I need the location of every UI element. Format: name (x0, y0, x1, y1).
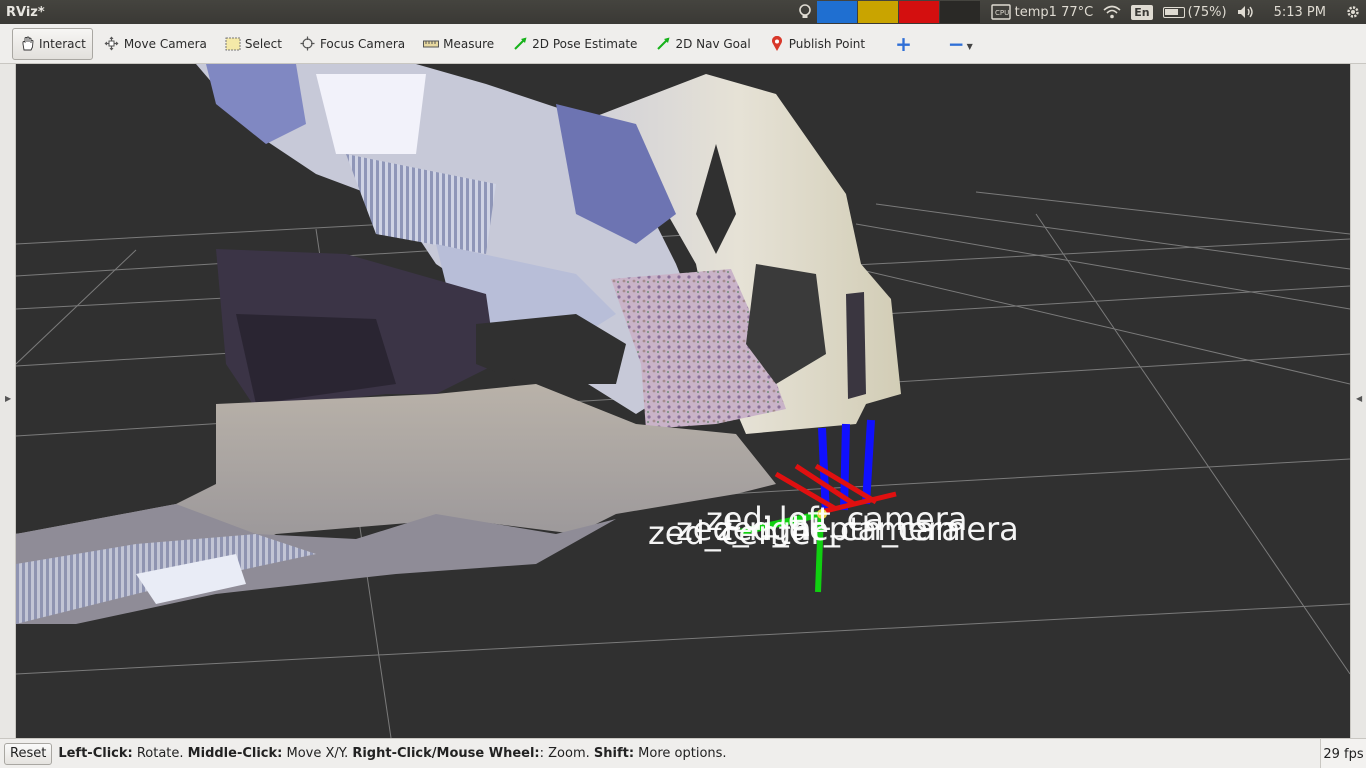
map-pin-icon (769, 35, 785, 52)
rviz-toolbar: Interact Move Camera Select Focus Camera… (0, 24, 1366, 64)
clock[interactable]: 5:13 PM (1260, 0, 1340, 24)
network-graph (939, 1, 980, 23)
tool-label: Publish Point (788, 36, 866, 51)
reset-button[interactable]: Reset (4, 742, 53, 765)
tool-measure[interactable]: Measure (416, 28, 501, 60)
cpu-icon: CPU (990, 4, 1011, 20)
chevron-right-icon: ▶ (5, 394, 12, 403)
tool-publish-point[interactable]: Publish Point (762, 28, 872, 60)
help-key: Middle-Click: (187, 746, 283, 761)
tool-label: Interact (39, 36, 86, 51)
chevron-down-icon: ▼ (966, 42, 973, 51)
fps-counter: 29 fps (1320, 739, 1366, 768)
window-title: RViz* (6, 4, 45, 20)
tool-2d-nav-goal[interactable]: 2D Nav Goal (648, 28, 757, 60)
system-monitor-graphs[interactable] (816, 1, 980, 23)
wifi-icon[interactable] (1098, 0, 1126, 24)
tool-select[interactable]: Select (218, 28, 289, 60)
help-key: Shift: (593, 746, 635, 761)
help-key: Right-Click/Mouse Wheel: (352, 746, 540, 761)
keyboard-layout-label: En (1131, 4, 1153, 20)
render-viewport[interactable]: zed_left_camera zed_right_camera zed_cen… (16, 64, 1350, 738)
hand-icon (19, 36, 35, 52)
status-bar: Reset Left-Click: Rotate. Middle-Click: … (0, 738, 1366, 768)
settings-gear-icon[interactable] (1340, 0, 1366, 24)
tool-label: 2D Pose Estimate (532, 36, 638, 51)
help-text: Left-Click: Rotate. Middle-Click: Move X… (58, 746, 726, 761)
swap-graph (898, 1, 939, 23)
lightbulb-icon[interactable] (793, 0, 817, 24)
volume-icon[interactable] (1232, 0, 1260, 24)
tool-label: Select (244, 36, 282, 51)
right-dock-handle[interactable]: ◀ (1350, 64, 1366, 738)
tool-label: Focus Camera (319, 36, 406, 51)
help-key: Left-Click: (58, 746, 133, 761)
remove-tool-minus-icon[interactable]: − ▼ (941, 28, 980, 60)
ruler-icon (423, 36, 440, 52)
tool-move-camera[interactable]: Move Camera (97, 28, 214, 60)
move-camera-icon (104, 36, 120, 52)
system-top-panel: RViz* CPU temp1 77°C En (75%) 5:13 PM (0, 0, 1366, 24)
focus-camera-icon (300, 36, 316, 52)
memory-graph (857, 1, 898, 23)
help-desc: Move X/Y. (282, 746, 353, 761)
help-desc: Rotate. (132, 746, 188, 761)
tool-focus-camera[interactable]: Focus Camera (293, 28, 412, 60)
select-box-icon (225, 36, 241, 52)
remove-tool-label: − (947, 31, 965, 56)
scene-render (16, 64, 1350, 738)
temperature-indicator[interactable]: CPU temp1 77°C (986, 0, 1099, 24)
battery-indicator[interactable]: (75%) (1158, 0, 1232, 24)
battery-icon (1162, 6, 1185, 18)
tool-label: Measure (443, 36, 495, 51)
keyboard-layout-indicator[interactable]: En (1126, 0, 1157, 24)
chevron-left-icon: ◀ (1356, 394, 1363, 403)
cpu-graph (816, 1, 857, 23)
tool-interact[interactable]: Interact (12, 27, 93, 60)
frame-label: zed_depth_camera (716, 510, 1019, 548)
battery-percentage: (75%) (1187, 4, 1227, 20)
help-desc: : Zoom. (539, 746, 594, 761)
help-desc: More options. (634, 746, 727, 761)
svg-text:CPU: CPU (995, 9, 1009, 17)
nav-arrow-icon (655, 36, 671, 52)
add-tool-plus-icon[interactable]: + (888, 28, 919, 60)
pose-arrow-icon (512, 36, 528, 52)
tool-2d-pose-estimate[interactable]: 2D Pose Estimate (505, 28, 644, 60)
left-dock-handle[interactable]: ▶ (0, 64, 16, 738)
tool-label: Move Camera (123, 36, 207, 51)
tool-label: 2D Nav Goal (675, 36, 751, 51)
temperature-label: temp1 77°C (1014, 4, 1094, 20)
